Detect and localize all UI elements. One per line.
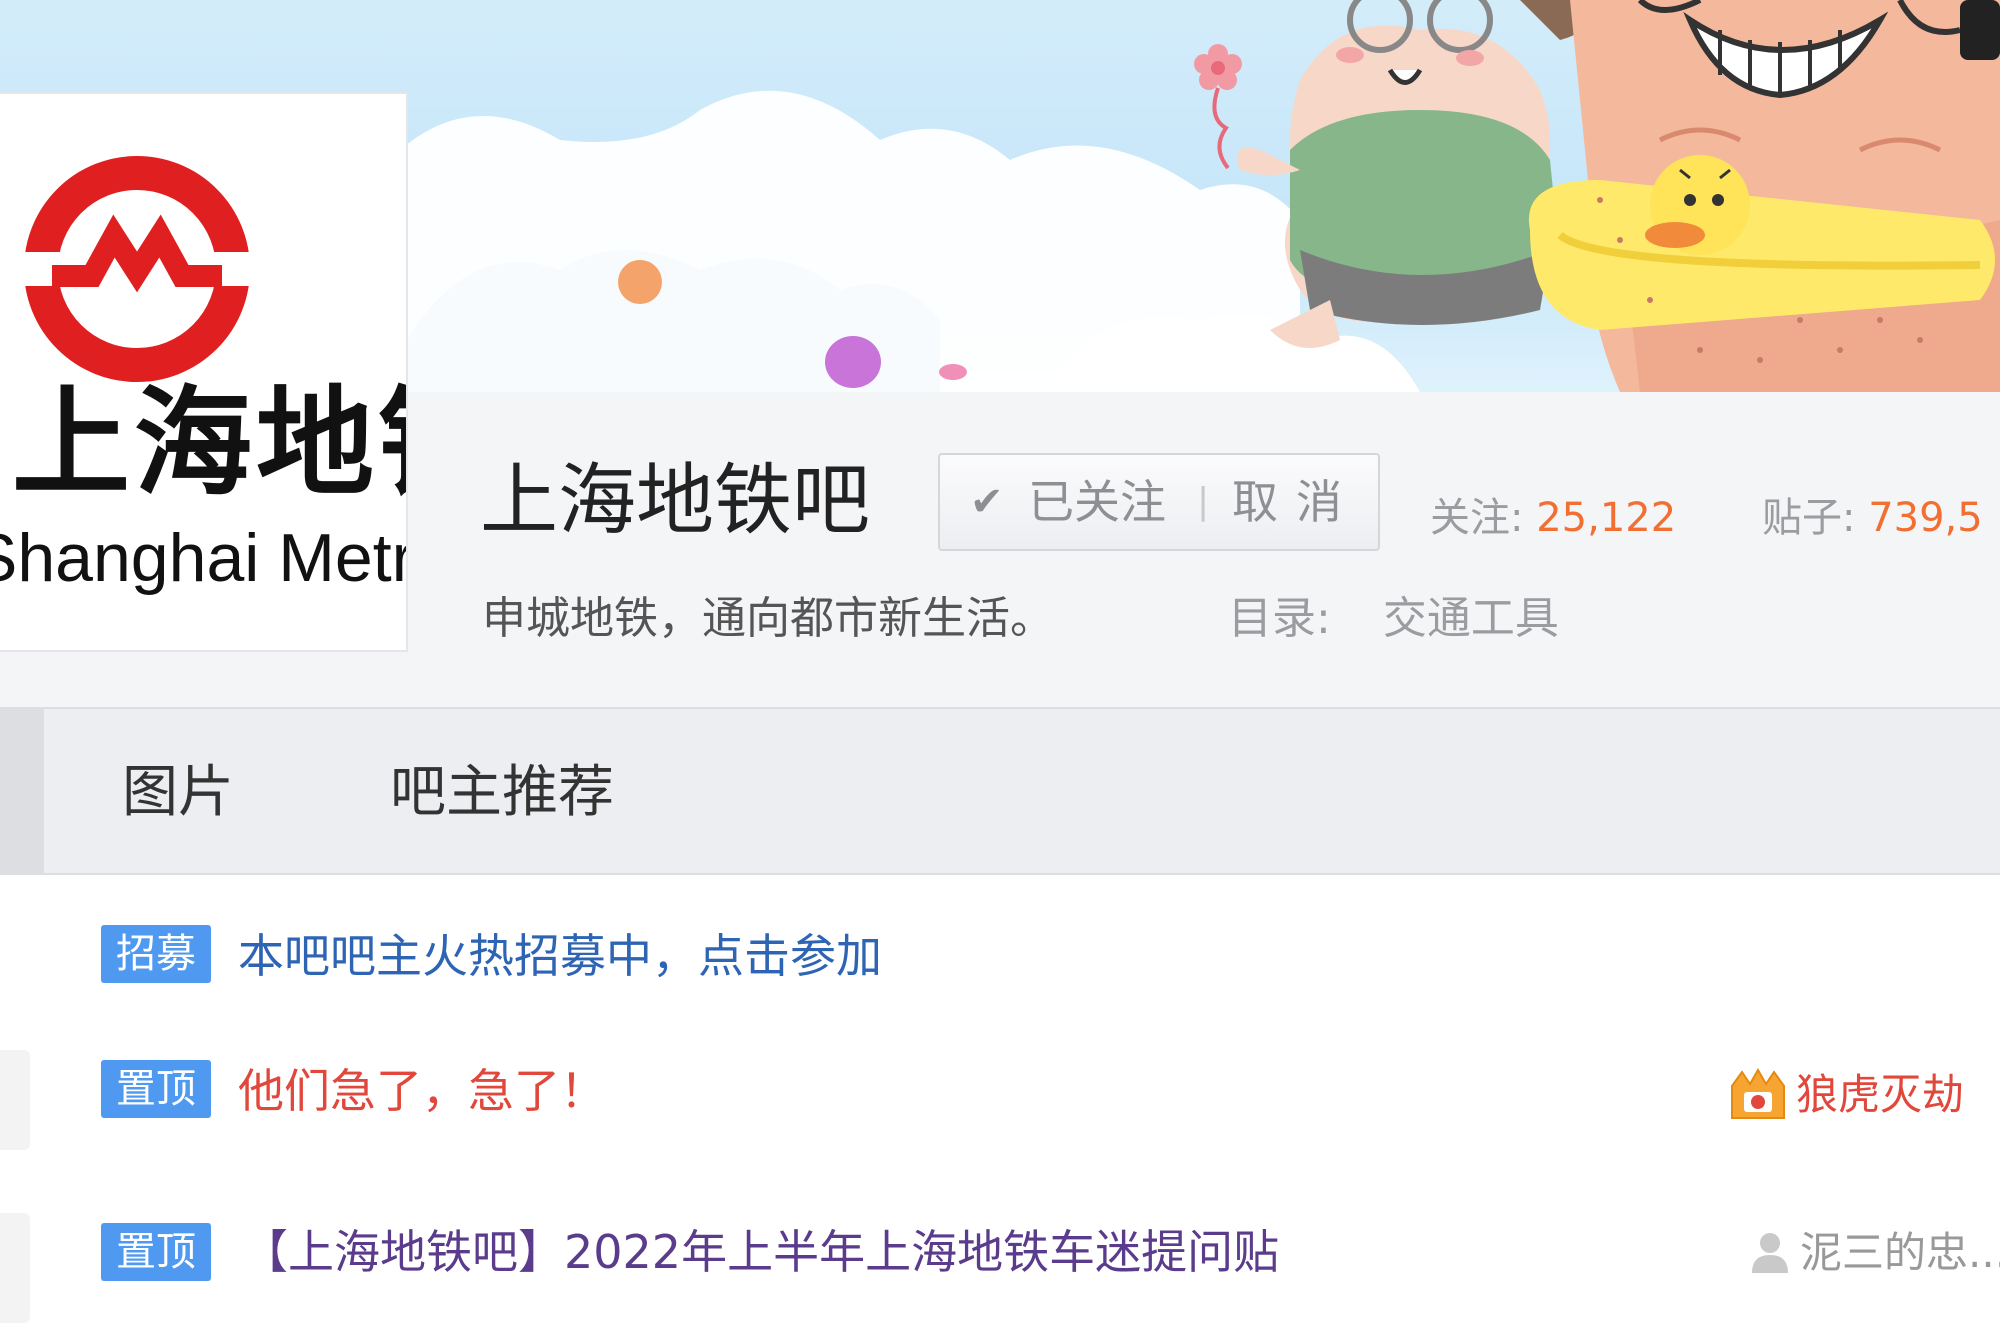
user-icon xyxy=(1750,1231,1790,1280)
post-count-value: 739,5 xyxy=(1868,495,1983,541)
post-count: 贴子: 739,5 xyxy=(1762,498,1983,538)
thread-title-link[interactable]: 【上海地铁吧】2022年上半年上海地铁车迷提问贴 xyxy=(242,1229,1279,1275)
pinned-badge: 置顶 xyxy=(101,1060,211,1118)
thread-author[interactable]: 泥三的忠... xyxy=(1750,1231,2000,1280)
follower-count: 关注: 25,122 xyxy=(1430,498,1676,538)
pinned-badge: 置顶 xyxy=(101,1223,211,1281)
tab-bar-edge xyxy=(0,709,44,873)
catalog-label: 目录: xyxy=(1228,593,1331,644)
crown-icon xyxy=(1730,1067,1786,1127)
shanghai-metro-logo-icon xyxy=(22,156,252,382)
forum-catalog: 目录: 交通工具 xyxy=(1228,597,1559,641)
follower-count-value: 25,122 xyxy=(1536,495,1677,541)
thread-side-marker xyxy=(0,1213,30,1323)
logo-chinese-text: 上海地铁 xyxy=(12,374,406,512)
tab-moderator-recommend[interactable]: 吧主推荐 xyxy=(390,765,614,821)
forum-logo[interactable]: 上海地铁 Shanghai Metro xyxy=(0,92,408,652)
thread-row[interactable]: 招募 本吧吧主火热招募中，点击参加 xyxy=(0,925,2000,1005)
thread-side-marker xyxy=(0,1050,30,1150)
author-name: 狼虎灭劫 xyxy=(1796,1070,1965,1119)
tab-images[interactable]: 图片 xyxy=(122,765,234,821)
followed-label: 已关注 xyxy=(1028,475,1166,529)
thread-title-link[interactable]: 他们急了，急了！ xyxy=(238,1068,606,1114)
thread-row[interactable]: 置顶 他们急了，急了！ 狼虎灭劫 xyxy=(0,1050,2000,1150)
follower-count-label: 关注: xyxy=(1430,495,1524,541)
forum-slogan: 申城地铁，通向都市新生活。 xyxy=(482,593,1054,644)
button-separator: | xyxy=(1197,481,1210,522)
catalog-link[interactable]: 交通工具 xyxy=(1383,593,1559,644)
logo-english-text: Shanghai Metro xyxy=(0,520,406,596)
follow-toggle-button[interactable]: ✔ 已关注 | 取消 xyxy=(938,453,1380,551)
thread-row[interactable]: 置顶 【上海地铁吧】2022年上半年上海地铁车迷提问贴 泥三的忠... xyxy=(0,1213,2000,1323)
unfollow-cancel-link[interactable]: 取消 xyxy=(1232,455,1360,549)
author-name: 泥三的忠... xyxy=(1800,1228,2000,1277)
check-icon: ✔ xyxy=(970,479,1004,525)
recruit-badge: 招募 xyxy=(101,925,211,983)
thread-author[interactable]: 狼虎灭劫 xyxy=(1730,1067,1965,1127)
post-count-label: 贴子: xyxy=(1762,495,1856,541)
thread-title-link[interactable]: 本吧吧主火热招募中，点击参加 xyxy=(238,933,882,979)
forum-tab-bar: 图片 吧主推荐 xyxy=(0,707,2000,875)
forum-title[interactable]: 上海地铁吧 xyxy=(480,462,870,540)
